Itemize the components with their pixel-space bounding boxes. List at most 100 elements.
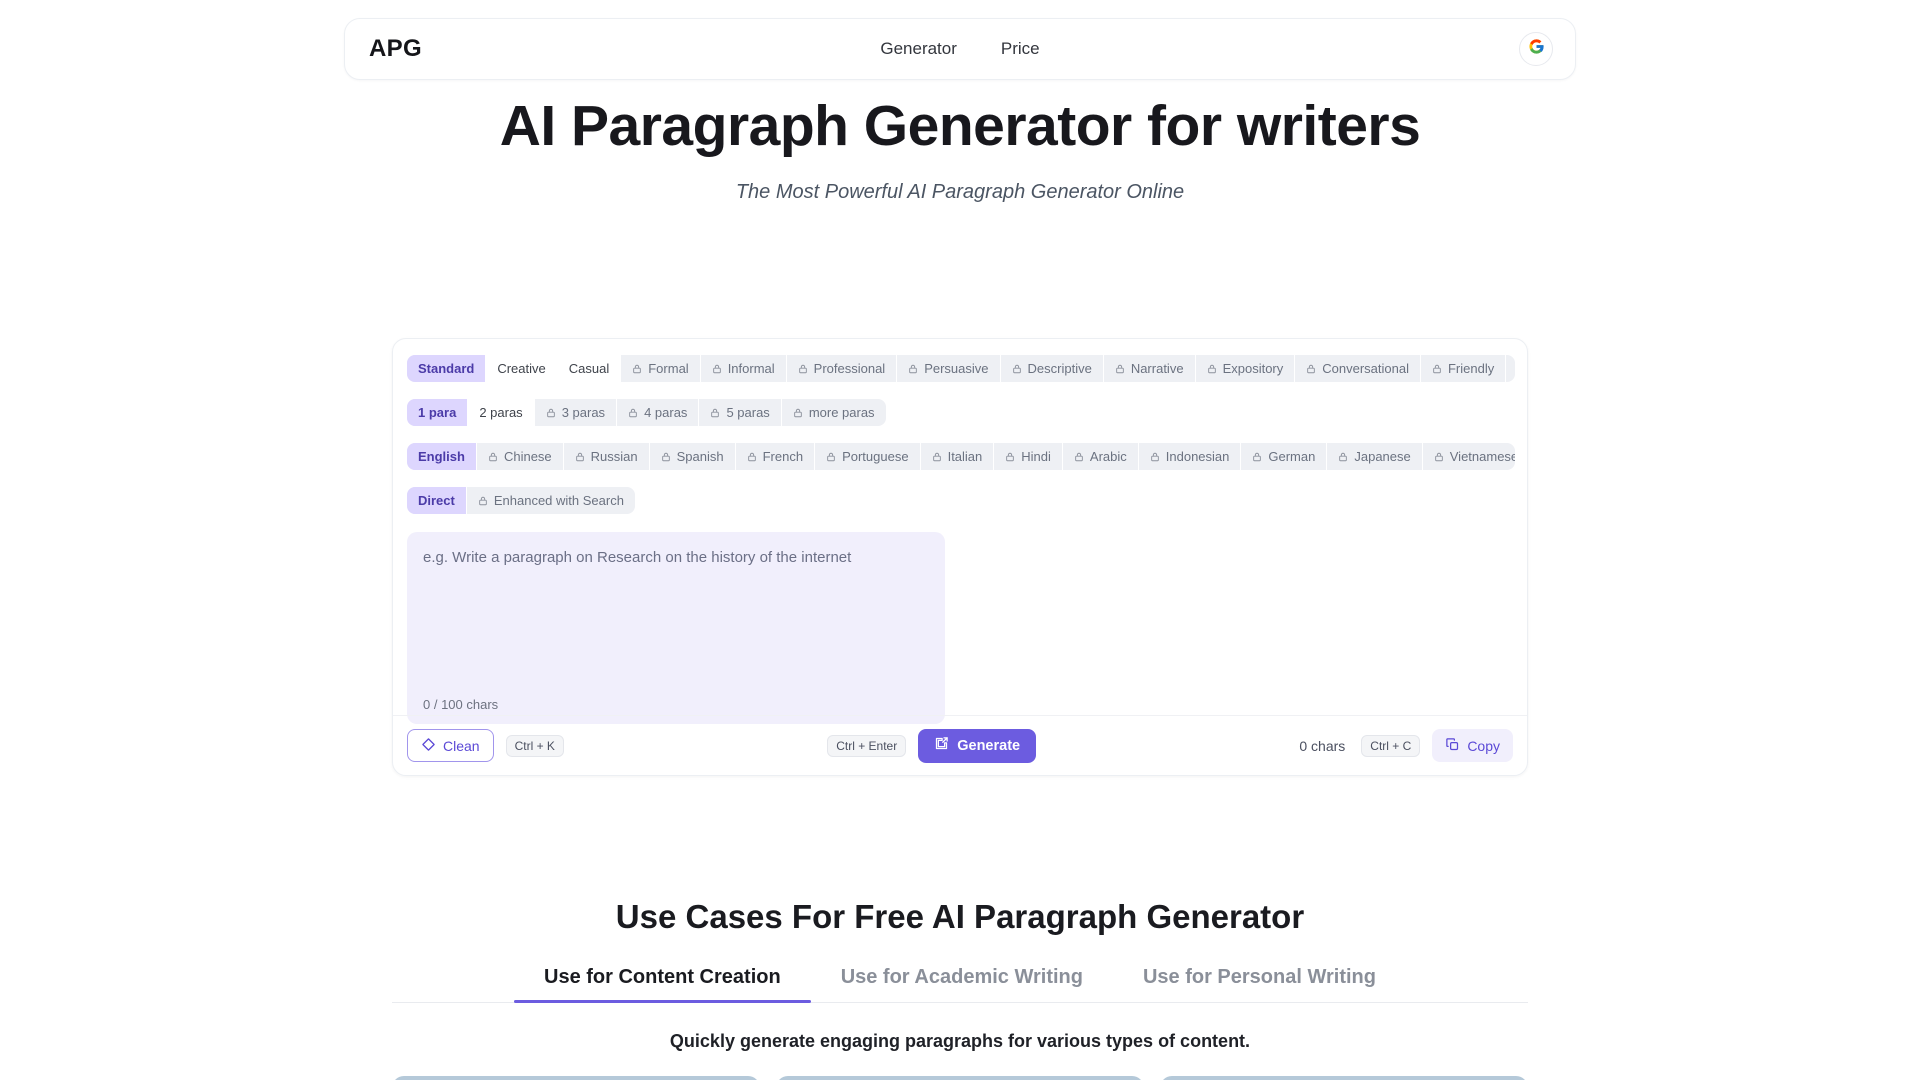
nav-item-generator[interactable]: Generator: [880, 39, 957, 59]
clean-shortcut-badge: Ctrl + K: [505, 734, 564, 757]
nav-item-price[interactable]: Price: [1001, 39, 1040, 59]
language-vietnamese[interactable]: Vietnamese: [1423, 443, 1515, 470]
google-icon: [1528, 38, 1545, 60]
lock-icon: [1338, 451, 1348, 463]
tone-casual[interactable]: Casual: [557, 355, 622, 382]
use-case-card-2[interactable]: [776, 1076, 1144, 1080]
paragraph-5-paras[interactable]: 5 paras: [699, 399, 782, 426]
language-spanish[interactable]: Spanish: [650, 443, 736, 470]
generator-body: e.g. Write a paragraph on Research on th…: [407, 532, 1513, 724]
tone-label: Standard: [418, 361, 475, 376]
paragraph-4-paras[interactable]: 4 paras: [617, 399, 700, 426]
language-label: Hindi: [1021, 449, 1051, 464]
use-cases-card-list: [392, 1076, 1528, 1080]
language-portuguese[interactable]: Portuguese: [815, 443, 921, 470]
paragraph-more-paras[interactable]: more paras: [782, 399, 886, 426]
lock-icon: [1432, 363, 1442, 375]
tone-persuasive[interactable]: Persuasive: [897, 355, 1001, 382]
tone-standard[interactable]: Standard: [407, 355, 487, 382]
output-char-counter: 0 chars: [1299, 737, 1346, 754]
language-german[interactable]: German: [1241, 443, 1328, 470]
lock-icon: [826, 451, 836, 463]
tone-label: Narrative: [1130, 361, 1184, 376]
tone-formal[interactable]: Formal: [621, 355, 701, 382]
paragraph-2-paras[interactable]: 2 paras: [468, 399, 535, 426]
generate-button-label: Generate: [957, 737, 1021, 754]
language-label: Italian: [947, 449, 983, 464]
google-signin-button[interactable]: [1519, 32, 1553, 66]
tone-option-row: Standard Creative Casual Formal Informal Prof…: [407, 355, 1515, 382]
prompt-input-area[interactable]: e.g. Write a paragraph on Research on th…: [407, 532, 945, 724]
edit-square-icon: [934, 736, 949, 755]
copy-button[interactable]: Copy: [1432, 729, 1513, 762]
tone-informal[interactable]: Informal: [701, 355, 787, 382]
tone-label: Formal: [648, 361, 689, 376]
language-label: Japanese: [1354, 449, 1411, 464]
lock-icon: [1207, 363, 1217, 375]
language-arabic[interactable]: Arabic: [1063, 443, 1139, 470]
eraser-icon: [421, 737, 436, 755]
tone-expository[interactable]: Expository: [1196, 355, 1296, 382]
tone-creative[interactable]: Creative: [486, 355, 558, 382]
language-japanese[interactable]: Japanese: [1327, 443, 1423, 470]
tone-label: Casual: [568, 361, 610, 376]
tone-descriptive[interactable]: Descriptive: [1001, 355, 1104, 382]
language-label: French: [762, 449, 804, 464]
mode-direct[interactable]: Direct: [407, 487, 467, 514]
language-label: Indonesian: [1165, 449, 1230, 464]
use-case-tab-0[interactable]: Use for Content Creation: [514, 966, 811, 1003]
header-bar: APG Generator Price: [344, 18, 1576, 80]
logo[interactable]: APG: [369, 35, 422, 63]
paragraph-label: more paras: [808, 405, 875, 420]
tone-narrative[interactable]: Narrative: [1104, 355, 1196, 382]
paragraph-label: 3 paras: [561, 405, 606, 420]
tone-label: Creative: [497, 361, 546, 376]
paragraph-3-paras[interactable]: 3 paras: [535, 399, 618, 426]
language-english[interactable]: English: [407, 443, 477, 470]
mode-enhanced-with-search[interactable]: Enhanced with Search: [467, 487, 635, 514]
use-cases-title: Use Cases For Free AI Paragraph Generato…: [615, 898, 1305, 935]
tone-label: Descriptive: [1027, 361, 1092, 376]
prompt-char-counter: 0 / 100 chars: [423, 697, 499, 712]
lock-icon: [1306, 363, 1316, 375]
language-russian[interactable]: Russian: [564, 443, 650, 470]
header-right: [1519, 32, 1553, 66]
tone-friendly[interactable]: Friendly: [1421, 355, 1507, 382]
tone-label: Professional: [813, 361, 886, 376]
lock-icon: [1252, 451, 1262, 463]
language-chinese[interactable]: Chinese: [477, 443, 564, 470]
generate-shortcut-badge: Ctrl + Enter: [827, 734, 907, 757]
lock-icon: [1012, 363, 1022, 375]
lock-icon: [546, 407, 556, 419]
language-indonesian[interactable]: Indonesian: [1139, 443, 1242, 470]
language-italian[interactable]: Italian: [921, 443, 995, 470]
action-bar: Clean Ctrl + K Ctrl + Enter Generate 0 c…: [393, 715, 1527, 775]
lock-icon: [661, 451, 671, 463]
paragraph-1-para[interactable]: 1 para: [407, 399, 469, 426]
tone-label: Persuasive: [924, 361, 989, 376]
language-french[interactable]: French: [736, 443, 816, 470]
language-label: English: [418, 449, 465, 464]
prompt-placeholder: e.g. Write a paragraph on Research on th…: [423, 549, 852, 566]
use-case-tab-1[interactable]: Use for Academic Writing: [811, 966, 1113, 1002]
generate-button[interactable]: Generate: [918, 728, 1037, 763]
lock-icon: [710, 407, 720, 419]
paragraph-label: 2 paras: [479, 405, 523, 420]
use-case-tab-2[interactable]: Use for Personal Writing: [1113, 966, 1406, 1002]
output-area: [945, 532, 1513, 724]
tone-conversational[interactable]: Conversational: [1295, 355, 1421, 382]
tone-d[interactable]: D: [1506, 355, 1515, 382]
use-cases-subtitle: Quickly generate engaging paragraphs for…: [669, 1031, 1251, 1051]
lock-icon: [1434, 451, 1444, 463]
mode-option-row: Direct Enhanced with Search: [407, 487, 635, 514]
use-case-card-1[interactable]: [392, 1076, 760, 1080]
use-case-card-3[interactable]: [1160, 1076, 1528, 1080]
lock-icon: [747, 451, 757, 463]
page-subtitle: The Most Powerful AI Paragraph Generator…: [735, 181, 1185, 203]
lock-icon: [575, 451, 585, 463]
language-hindi[interactable]: Hindi: [994, 443, 1063, 470]
mode-label: Enhanced with Search: [493, 493, 624, 508]
tone-professional[interactable]: Professional: [787, 355, 898, 382]
generator-panel: Standard Creative Casual Formal Informal Prof…: [392, 338, 1528, 776]
clean-button[interactable]: Clean: [407, 729, 494, 762]
